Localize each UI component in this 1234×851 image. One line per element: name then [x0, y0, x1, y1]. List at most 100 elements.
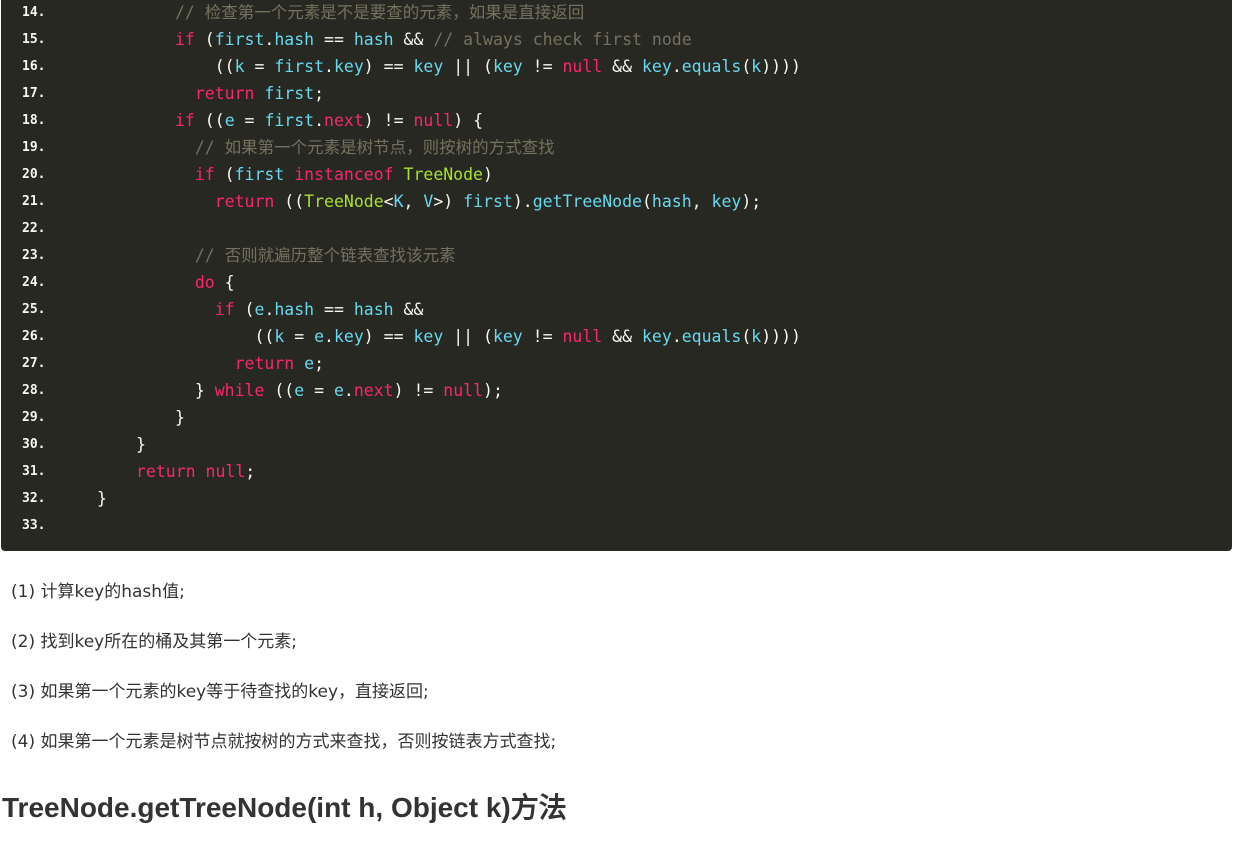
code-token: key	[492, 327, 523, 346]
code-token: while	[214, 381, 265, 400]
code-token: key	[642, 57, 672, 76]
code-token: return	[136, 462, 196, 481]
code-text: if (e.hash == hash &&	[175, 296, 424, 323]
code-token: ))))	[761, 57, 801, 76]
code-line: 32.}	[1, 485, 1232, 512]
line-number: 29.	[22, 410, 46, 425]
code-token: key	[492, 57, 523, 76]
line-number: 22.	[22, 221, 46, 236]
code-token: ;	[314, 84, 325, 103]
code-line: 14. // 检查第一个元素是不是要查的元素，如果是直接返回	[1, 0, 1232, 26]
code-line: 16. ((k = first.key) == key || (key != n…	[1, 53, 1232, 80]
code-token: =	[234, 111, 265, 130]
line-number: 17.	[22, 86, 46, 101]
code-token: hash	[274, 30, 315, 49]
code-token: if	[194, 165, 215, 184]
code-token: {	[214, 273, 235, 292]
code-token: do	[194, 273, 215, 292]
code-token: first	[463, 192, 513, 211]
code-token: ) {	[453, 111, 484, 130]
code-token: (	[641, 192, 652, 211]
code-text: ((k = first.key) == key || (key != null …	[175, 53, 801, 80]
code-token: &&	[393, 30, 434, 49]
code-line: 33.	[1, 512, 1232, 539]
line-number: 20.	[22, 167, 46, 182]
code-token: .	[314, 111, 325, 130]
code-token: ,	[403, 192, 424, 211]
code-text: return first;	[175, 80, 324, 107]
code-token: null	[443, 381, 484, 400]
code-text: // 检查第一个元素是不是要查的元素，如果是直接返回	[175, 0, 584, 26]
note-item-1: (1) 计算key的hash值;	[11, 582, 185, 602]
code-token: TreeNode	[304, 192, 384, 211]
line-number: 14.	[22, 5, 46, 20]
code-line: 28. } while ((e = e.next) != null);	[1, 377, 1232, 404]
code-token: (	[741, 57, 752, 76]
code-token: next	[324, 111, 364, 130]
code-text: }	[175, 404, 185, 431]
code-token: k	[234, 57, 245, 76]
code-token: );	[483, 381, 503, 400]
code-token: ;	[314, 354, 325, 373]
code-token: ,	[691, 192, 712, 211]
code-token: null	[413, 111, 454, 130]
code-token: null	[562, 57, 603, 76]
code-token: >)	[433, 192, 464, 211]
section-heading: TreeNode.getTreeNode(int h, Object k)方法	[2, 792, 567, 823]
code-token: e	[333, 381, 344, 400]
code-token: ==	[314, 30, 354, 49]
code-token: first	[264, 84, 315, 103]
line-number: 18.	[22, 113, 46, 128]
code-token: key	[642, 327, 672, 346]
code-token: V	[423, 192, 434, 211]
code-text: do {	[175, 269, 235, 296]
code-token: ))))	[761, 327, 801, 346]
line-number: 30.	[22, 437, 46, 452]
code-text: if (first instanceof TreeNode)	[175, 161, 493, 188]
code-token: !=	[522, 57, 563, 76]
code-token: if	[175, 30, 195, 49]
code-token: // 如果第一个元素是树节点，则按树的方式查找	[194, 138, 555, 157]
code-token: TreeNode	[403, 165, 483, 184]
code-text: return e;	[175, 350, 324, 377]
code-token: || (	[443, 327, 493, 346]
code-token: hash	[353, 300, 394, 319]
code-token: first	[214, 30, 265, 49]
code-token: instanceof	[294, 165, 394, 184]
code-token: );	[741, 192, 762, 211]
code-token: null	[205, 462, 246, 481]
code-line: 31. return null;	[1, 458, 1232, 485]
note-item-2: (2) 找到key所在的桶及其第一个元素;	[11, 632, 297, 652]
line-number: 32.	[22, 491, 46, 506]
line-number: 27.	[22, 356, 46, 371]
code-token: =	[244, 57, 275, 76]
code-token: }	[97, 489, 107, 508]
code-token: ((	[274, 192, 305, 211]
code-line: 20. if (first instanceof TreeNode)	[1, 161, 1232, 188]
code-text: if (first.hash == hash && // always chec…	[175, 26, 692, 53]
code-token: K	[393, 192, 404, 211]
code-token: =	[284, 327, 315, 346]
code-token: !=	[522, 327, 563, 346]
code-token: if	[214, 300, 235, 319]
code-line: 25. if (e.hash == hash &&	[1, 296, 1232, 323]
code-line: 30.}	[1, 431, 1232, 458]
code-token: first	[264, 111, 315, 130]
code-token: }	[136, 435, 146, 454]
code-token: (	[741, 327, 752, 346]
code-token: .	[671, 57, 682, 76]
code-token: (	[214, 165, 235, 184]
line-number: 31.	[22, 464, 46, 479]
code-token: equals	[681, 327, 742, 346]
code-token: hash	[353, 30, 394, 49]
line-number: 25.	[22, 302, 46, 317]
line-number: 21.	[22, 194, 46, 209]
